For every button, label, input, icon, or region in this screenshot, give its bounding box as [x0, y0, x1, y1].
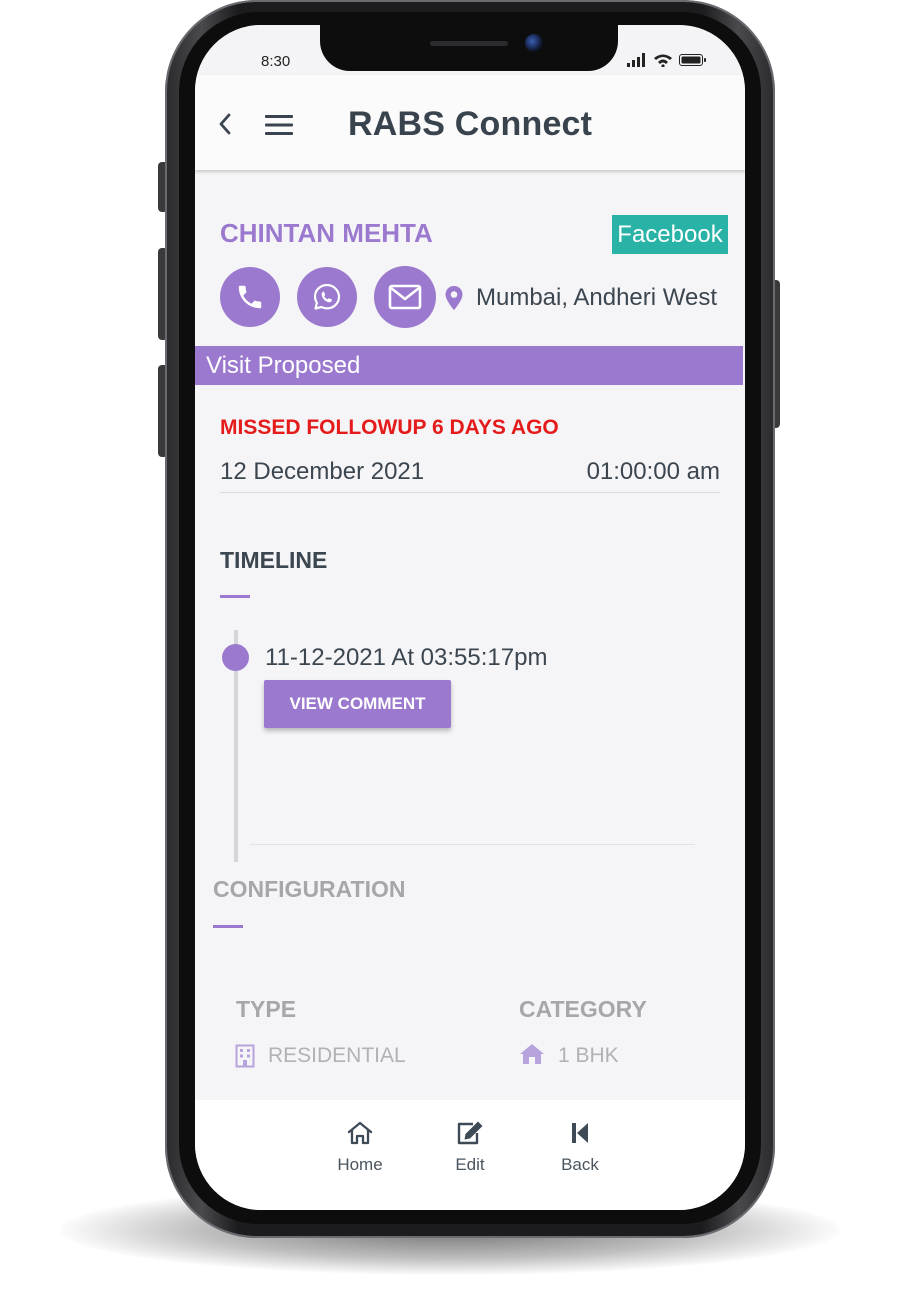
- edit-icon: [457, 1121, 483, 1145]
- lead-location: Mumbai, Andheri West: [476, 284, 717, 311]
- app-title: RABS Connect: [348, 105, 593, 143]
- nav-edit-label: Edit: [455, 1155, 485, 1174]
- followup-date: 12 December 2021: [220, 458, 425, 485]
- lead-name: CHINTAN MEHTA: [220, 218, 433, 248]
- hamburger-menu-icon[interactable]: [265, 115, 293, 135]
- back-chevron-icon[interactable]: [217, 113, 233, 135]
- timeline-entry-datetime: 11-12-2021 At 03:55:17pm: [265, 644, 548, 671]
- nav-back-label: Back: [561, 1155, 599, 1174]
- followup-time: 01:00:00 am: [586, 458, 720, 485]
- lead-status-strip: Visit Proposed: [195, 346, 743, 385]
- config-category-value: 1 BHK: [558, 1044, 619, 1067]
- skip-back-icon: [572, 1123, 588, 1143]
- signal-icon: [627, 53, 645, 67]
- missed-followup-alert: MISSED FOLLOWUP 6 DAYS AGO: [220, 416, 559, 439]
- location-pin-icon: [445, 286, 463, 310]
- lead-source-badge: Facebook: [612, 215, 728, 254]
- config-type-label: TYPE: [236, 996, 297, 1022]
- timeline-title: TIMELINE: [220, 547, 328, 573]
- view-comment-button[interactable]: VIEW COMMENT: [264, 680, 451, 728]
- bottom-navigation: Home Edit Back: [195, 1100, 745, 1210]
- lead-status: Visit Proposed: [206, 352, 361, 379]
- status-time: 8:30: [261, 53, 291, 70]
- timeline-title-underline: [220, 595, 250, 598]
- timeline-dot: [222, 644, 249, 671]
- nav-home[interactable]: Home: [315, 1120, 405, 1175]
- building-icon: [235, 1044, 255, 1068]
- home-icon: [347, 1121, 373, 1145]
- timeline-bottom-divider: [250, 844, 695, 845]
- configuration-title-underline: [213, 925, 243, 928]
- nav-home-label: Home: [337, 1155, 383, 1174]
- nav-back[interactable]: Back: [535, 1120, 625, 1175]
- envelope-icon: [388, 284, 422, 310]
- configuration-title: CONFIGURATION: [213, 876, 406, 902]
- app-bar: RABS Connect: [195, 75, 745, 170]
- home-category-icon: [520, 1044, 544, 1064]
- front-camera: [525, 34, 543, 52]
- config-category-label: CATEGORY: [519, 996, 647, 1022]
- config-type-value: RESIDENTIAL: [268, 1044, 406, 1067]
- battery-icon: [679, 54, 706, 66]
- followup-divider: [220, 492, 720, 493]
- notch: [320, 25, 618, 71]
- email-button[interactable]: [374, 266, 436, 328]
- phone-screen: 8:30 RABS Connect CHINTAN MEHTA Facebook…: [195, 25, 745, 1210]
- status-icons: [627, 53, 707, 67]
- call-button[interactable]: [220, 267, 280, 327]
- whatsapp-button[interactable]: [297, 267, 357, 327]
- phone-icon: [238, 285, 262, 309]
- wifi-icon: [654, 54, 672, 67]
- whatsapp-icon: [313, 283, 341, 310]
- nav-edit[interactable]: Edit: [425, 1120, 515, 1175]
- speaker: [430, 41, 508, 46]
